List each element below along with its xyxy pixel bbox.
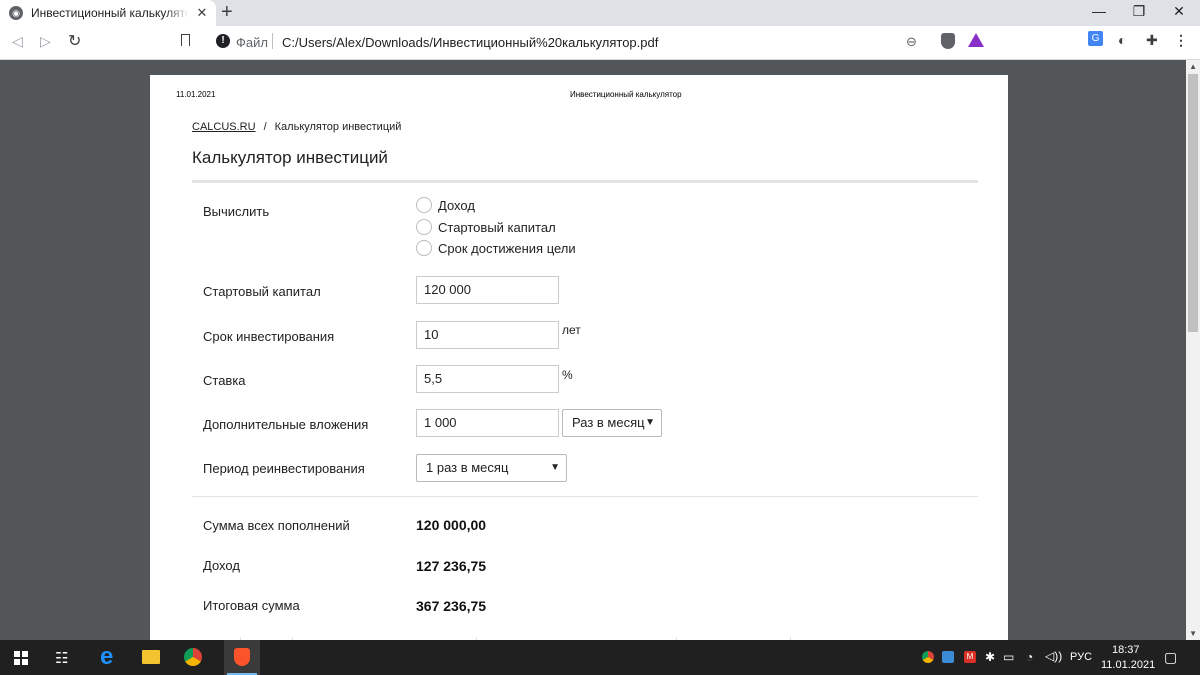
rate-label: Ставка [203,373,246,388]
window-close-button[interactable]: ✕ [1164,3,1194,20]
tab-close-button[interactable]: ✕ [194,5,210,21]
taskbar: ☷ e M ✱ ▭ ◔ ◁)) РУС 18:37 11.01.2021 ▢ [0,640,1200,675]
radio-circle[interactable] [416,240,432,256]
extra-label: Дополнительные вложения [203,417,369,432]
start-capital-label: Стартовый капитал [203,284,321,299]
browser-tab[interactable]: ◉ Инвестиционный калькулятор.pdf ✕ [0,0,216,26]
print-date: 11.01.2021 [176,90,216,99]
scroll-down-icon[interactable]: ▼ [1189,629,1197,638]
bookmark-icon[interactable] [181,34,190,46]
clock-date[interactable]: 11.01.2021 [1101,659,1155,671]
title-divider [192,180,978,183]
back-button[interactable]: ◁ [12,33,23,50]
radio-income[interactable]: Доход [416,197,475,213]
radio-label: Стартовый капитал [438,219,556,235]
compute-label: Вычислить [203,204,270,219]
radio-goal-term[interactable]: Срок достижения цели [416,240,576,256]
extra-period-select[interactable]: Раз в месяц ▼ [562,409,662,437]
reload-button[interactable]: ↻ [68,31,81,51]
globe-icon: ◉ [9,6,23,20]
tab-title: Инвестиционный калькулятор.pdf [31,6,189,20]
task-view-icon[interactable]: ☷ [55,649,68,667]
term-input[interactable]: 10 [416,321,559,349]
omnibox-scheme: Файл [236,35,268,50]
extra-input[interactable]: 1 000 [416,409,559,437]
pdf-viewer[interactable]: 11.01.2021 Инвестиционный калькулятор CA… [0,60,1200,640]
chrome-tray-icon[interactable] [922,651,934,663]
radio-circle[interactable] [416,219,432,235]
final-sum-label: Итоговая сумма [203,598,300,613]
circle-extension-icon[interactable]: ◐ [1118,32,1126,48]
chevron-down-icon: ▼ [550,462,560,473]
extra-period-value: Раз в месяц [572,415,645,430]
app-tray-icon[interactable] [942,651,954,663]
results-divider [192,496,978,497]
print-header: Инвестиционный калькулятор [570,90,682,99]
radio-label: Срок достижения цели [438,240,576,256]
clock-time[interactable]: 18:37 [1112,644,1140,656]
term-label: Срок инвестирования [203,329,335,344]
income-label: Доход [203,558,240,573]
rate-unit: % [562,368,573,382]
rate-input[interactable]: 5,5 [416,365,559,393]
breadcrumb-separator: / [263,121,267,133]
radio-circle[interactable] [416,197,432,213]
income-value: 127 236,75 [416,558,487,574]
language-indicator[interactable]: РУС [1070,651,1092,663]
total-topups-label: Сумма всех пополнений [203,518,350,533]
breadcrumb: CALCUS.RU / Калькулятор инвестиций [192,121,401,133]
chevron-down-icon: ▼ [645,417,655,428]
start-capital-input[interactable]: 120 000 [416,276,559,304]
final-sum-value: 367 236,75 [416,598,487,614]
chrome-icon[interactable] [184,648,202,666]
volume-icon[interactable]: ◁)) [1045,649,1062,663]
omnibox[interactable]: ! Файл C:/Users/Alex/Downloads/Инвестици… [176,29,986,55]
network-icon[interactable]: ◔ [1026,650,1033,664]
edge-icon[interactable]: e [100,643,113,671]
vertical-scrollbar[interactable]: ▲ ▼ [1186,60,1200,640]
new-tab-button[interactable]: + [221,2,233,22]
translate-icon[interactable]: G [1088,31,1103,46]
reinvest-select[interactable]: 1 раз в месяц ▼ [416,454,567,482]
browser-toolbar: ◁ ▷ ↻ ! Файл C:/Users/Alex/Downloads/Инв… [0,26,1200,60]
breadcrumb-home-link[interactable]: CALCUS.RU [192,121,256,133]
brave-taskbar-button[interactable] [224,640,260,675]
omnibox-url[interactable]: C:/Users/Alex/Downloads/Инвестиционный%2… [282,35,658,50]
extensions-icon[interactable]: ✚ [1146,32,1158,49]
mail-tray-icon[interactable]: M [964,651,976,663]
page-title: Калькулятор инвестиций [192,148,388,167]
tab-strip: ◉ Инвестиционный калькулятор.pdf ✕ + — ❐… [0,0,1200,26]
menu-icon[interactable]: ⋮ [1174,32,1188,49]
brave-rewards-icon[interactable] [968,33,984,47]
file-explorer-icon[interactable] [142,650,160,664]
radio-label: Доход [438,197,475,213]
pdf-page: 11.01.2021 Инвестиционный калькулятор CA… [150,75,1008,640]
forward-button[interactable]: ▷ [40,33,51,50]
info-icon[interactable]: ! [216,34,230,48]
omnibox-divider [272,33,273,49]
term-unit: лет [562,323,581,337]
notifications-icon[interactable]: ▢ [1164,649,1177,666]
reinvest-label: Период реинвестирования [203,461,365,476]
scroll-thumb[interactable] [1188,74,1198,332]
zoom-icon[interactable]: ⊖ [906,34,917,50]
scroll-up-icon[interactable]: ▲ [1189,62,1197,71]
brave-icon [234,648,250,666]
breadcrumb-current: Калькулятор инвестиций [274,121,402,133]
reinvest-value: 1 раз в месяц [426,460,509,475]
brave-shields-icon[interactable] [941,33,955,49]
battery-icon[interactable]: ▭ [1003,650,1014,664]
windows-start-icon[interactable] [14,651,28,665]
minimize-button[interactable]: — [1084,3,1114,19]
radio-start-capital[interactable]: Стартовый капитал [416,219,556,235]
total-topups-value: 120 000,00 [416,517,487,533]
bluetooth-icon[interactable]: ✱ [985,650,995,664]
restore-button[interactable]: ❐ [1124,3,1154,20]
